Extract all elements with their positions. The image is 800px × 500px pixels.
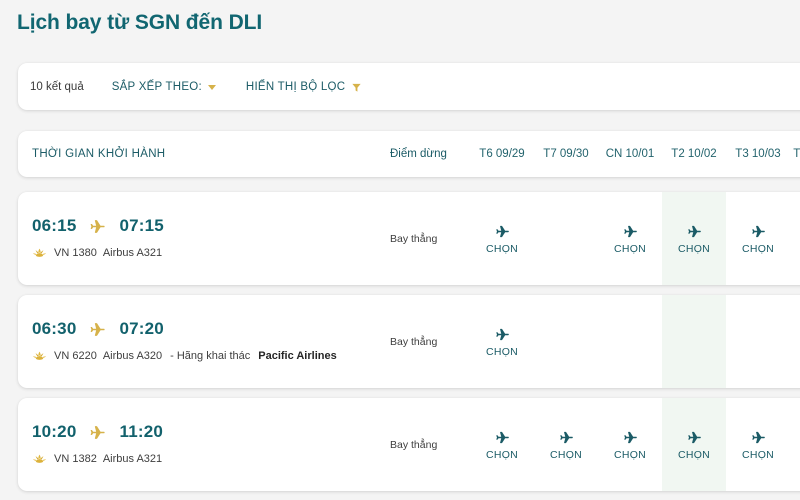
departure-time: 06:15 <box>32 216 77 235</box>
choose-flight-label: CHỌN <box>677 242 711 255</box>
flight-summary: 06:30 07:20 VN 6220 Airbus A320 - Hãng khai … <box>32 317 337 362</box>
results-toolbar: 10 kết quả SẮP XẾP THEO: HIỂN THỊ BỘ LỌC <box>18 63 800 110</box>
choose-flight-label: CHỌN <box>549 448 583 461</box>
flight-summary: 10:20 11:20 VN 1382 Airbus A321 <box>32 420 163 465</box>
table-header-row: THỜI GIAN KHỞI HÀNH Điểm dừng T6 09/29 T7… <box>18 131 800 177</box>
arrival-time: 11:20 <box>119 422 164 441</box>
airplane-icon <box>88 217 107 236</box>
arrival-time: 07:15 <box>119 216 164 235</box>
arrival-time: 07:20 <box>119 319 164 338</box>
column-header-date: T4 <box>793 148 800 160</box>
choose-flight-button[interactable]: CHỌN <box>678 429 710 461</box>
airplane-icon <box>622 223 639 240</box>
aircraft-type: Airbus A320 <box>102 350 163 362</box>
choose-flight-button[interactable]: CHỌN <box>678 223 710 255</box>
column-header-date: T2 10/02 <box>671 148 717 160</box>
flight-number: VN 1380 <box>54 247 97 259</box>
choose-flight-label: CHỌN <box>613 448 647 461</box>
selected-date-highlight <box>662 295 726 388</box>
choose-flight-label: CHỌN <box>741 448 775 461</box>
airplane-icon <box>494 429 511 446</box>
airplane-icon <box>88 320 107 339</box>
stops-value: Bay thẳng <box>390 232 438 245</box>
airplane-icon <box>494 326 511 343</box>
airplane-icon <box>494 223 511 240</box>
sort-by-button[interactable]: SẮP XẾP THEO: <box>112 81 216 93</box>
column-header-date: T6 09/29 <box>479 148 525 160</box>
departure-time: 10:20 <box>32 422 77 441</box>
choose-flight-button[interactable]: CHỌN <box>614 223 646 255</box>
flight-row: 06:30 07:20 VN 6220 Airbus A320 - Hãng khai … <box>18 295 800 388</box>
choose-flight-button[interactable]: CHỌN <box>550 429 582 461</box>
column-header-date: T3 10/03 <box>735 148 781 160</box>
flight-row: 06:15 07:15 VN 1380 Airbus A321 Bay thẳng CHỌ… <box>18 192 800 285</box>
airplane-icon <box>88 423 107 442</box>
stops-value: Bay thẳng <box>390 335 438 348</box>
operator-name: Pacific Airlines <box>258 350 337 362</box>
choose-flight-label: CHỌN <box>485 345 519 358</box>
aircraft-type: Airbus A321 <box>102 453 163 465</box>
vietnam-airlines-lotus-icon <box>32 351 47 362</box>
airplane-icon <box>558 429 575 446</box>
choose-flight-label: CHỌN <box>677 448 711 461</box>
choose-flight-label: CHỌN <box>741 242 775 255</box>
flight-number: VN 1382 <box>54 453 97 465</box>
column-header-date: CN 10/01 <box>605 148 655 160</box>
choose-flight-button[interactable]: CHỌN <box>486 223 518 255</box>
show-filters-button[interactable]: HIỂN THỊ BỘ LỌC <box>246 81 362 93</box>
stops-value: Bay thẳng <box>390 438 438 451</box>
operator-prefix-label: - Hãng khai thác <box>170 350 251 362</box>
airplane-icon <box>622 429 639 446</box>
vietnam-airlines-lotus-icon <box>32 248 47 259</box>
choose-flight-button[interactable]: CHỌN <box>486 429 518 461</box>
sort-by-label: SẮP XẾP THEO: <box>111 80 202 93</box>
page-title: Lịch bay từ SGN đến DLI <box>17 11 263 34</box>
vietnam-airlines-lotus-icon <box>32 454 47 465</box>
choose-flight-label: CHỌN <box>485 242 519 255</box>
airplane-icon <box>750 223 767 240</box>
chevron-down-icon <box>207 85 216 90</box>
airplane-icon <box>750 429 767 446</box>
choose-flight-button[interactable]: CHỌN <box>486 326 518 358</box>
results-count-label: 10 kết quả <box>30 80 84 93</box>
aircraft-type: Airbus A321 <box>102 247 163 259</box>
filter-icon <box>351 82 362 93</box>
column-header-stops: Điểm dừng <box>390 148 447 160</box>
flight-summary: 06:15 07:15 VN 1380 Airbus A321 <box>32 214 164 259</box>
airplane-icon <box>686 429 703 446</box>
column-header-departure-time: THỜI GIAN KHỞI HÀNH <box>32 148 166 160</box>
flight-schedule-page: Lịch bay từ SGN đến DLI 10 kết quả SẮP X… <box>0 0 800 500</box>
choose-flight-label: CHỌN <box>485 448 519 461</box>
choose-flight-button[interactable]: CHỌN <box>742 429 774 461</box>
show-filters-label: HIỂN THỊ BỘ LỌC <box>245 80 346 93</box>
departure-time: 06:30 <box>32 319 77 338</box>
choose-flight-button[interactable]: CHỌN <box>614 429 646 461</box>
choose-flight-button[interactable]: CHỌN <box>742 223 774 255</box>
airplane-icon <box>686 223 703 240</box>
flight-row: 10:20 11:20 VN 1382 Airbus A321 Bay thẳng CHỌ… <box>18 398 800 491</box>
choose-flight-label: CHỌN <box>613 242 647 255</box>
flight-number: VN 6220 <box>54 350 97 362</box>
column-header-date: T7 09/30 <box>543 148 589 160</box>
